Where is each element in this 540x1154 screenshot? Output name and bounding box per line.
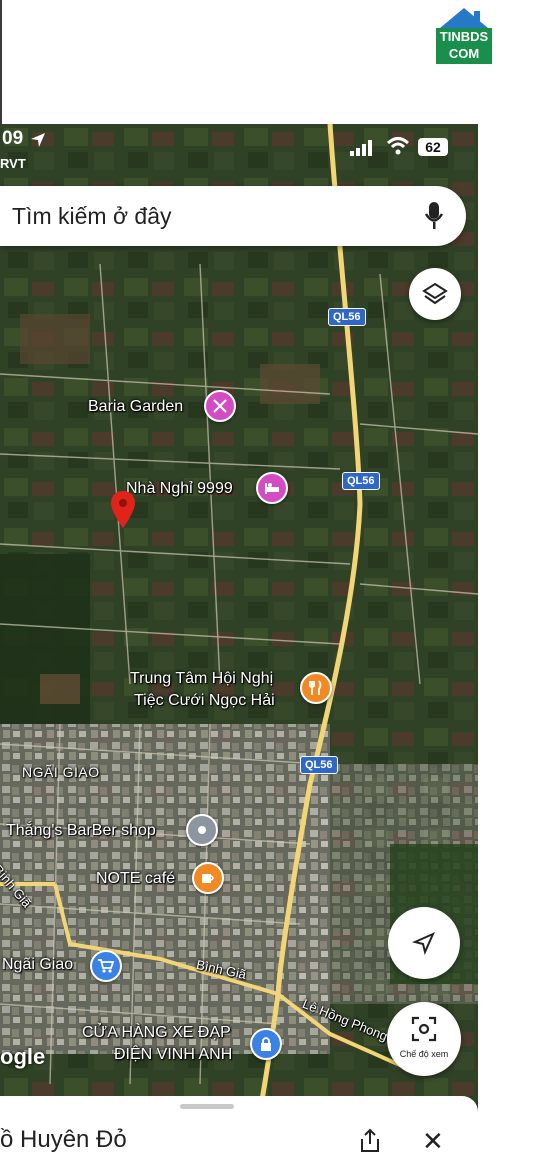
wifi-icon	[386, 137, 410, 155]
status-time: 09	[2, 128, 24, 149]
search-bar[interactable]: Tìm kiếm ở đây	[0, 186, 466, 246]
place-sheet[interactable]: ồ Huyên Đỏ ✕	[0, 1096, 478, 1154]
view-mode-button[interactable]: Chế độ xem	[387, 1002, 461, 1076]
road-badge-ql56: QL56	[328, 308, 366, 326]
area-label-ngai-giao: NGÃI GIAO	[22, 764, 100, 780]
watermark-text: TINBDS COM	[436, 28, 492, 64]
place-label-cua-hang-2[interactable]: ĐIỆN VINH ANH	[114, 1046, 232, 1064]
road-badge-ql56: QL56	[342, 472, 380, 490]
poi-ngai-giao-market[interactable]	[90, 950, 122, 982]
layers-button[interactable]	[409, 268, 461, 320]
poi-cua-hang[interactable]	[250, 1028, 282, 1060]
mic-icon[interactable]	[424, 201, 444, 231]
road-badge-ql56: QL56	[300, 756, 338, 774]
place-label-baria-garden[interactable]: Baria Garden	[88, 398, 183, 416]
place-label-cua-hang-1[interactable]: CỬA HÀNG XE ĐẠP	[82, 1024, 231, 1042]
poi-note-cafe[interactable]	[192, 862, 224, 894]
right-margin	[478, 124, 540, 1154]
restaurant-icon	[213, 399, 227, 413]
location-arrow-icon	[31, 133, 45, 147]
place-label-barber[interactable]: Thắng's BarBer shop	[6, 822, 156, 840]
watermark-logo: TINBDS COM	[434, 6, 494, 64]
share-icon[interactable]	[358, 1128, 382, 1154]
fork-knife-icon	[309, 680, 322, 695]
layers-icon	[422, 282, 448, 305]
shopping-cart-icon	[98, 959, 115, 973]
place-title: ồ Huyên Đỏ	[0, 1126, 127, 1153]
red-pin-icon[interactable]	[110, 490, 136, 530]
status-carrier: RVT	[0, 156, 26, 171]
status-bar: 09 RVT 62	[0, 128, 478, 171]
battery-indicator: 62	[418, 138, 448, 156]
view-mode-label: Chế độ xem	[399, 1049, 449, 1059]
poi-barber[interactable]	[186, 814, 218, 846]
search-placeholder[interactable]: Tìm kiếm ở đây	[12, 203, 172, 230]
close-icon[interactable]: ✕	[422, 1126, 444, 1154]
hotel-icon	[265, 483, 279, 494]
google-watermark: ogle	[0, 1044, 46, 1069]
signal-icon	[350, 140, 372, 156]
sheet-handle[interactable]	[180, 1104, 234, 1109]
camera-view-icon	[411, 1016, 437, 1042]
my-location-button[interactable]	[388, 907, 460, 979]
lock-icon	[261, 1037, 271, 1051]
place-label-nha-nghi[interactable]: Nhà Nghỉ 9999	[126, 480, 233, 498]
map-screen: 09 RVT 62 Tìm kiếm ở đây QL56 QL56 QL56 …	[0, 124, 478, 1154]
place-label-trung-tam-2[interactable]: Tiệc Cưới Ngọc Hải	[134, 692, 275, 710]
place-label-trung-tam-1[interactable]: Trung Tâm Hội Nghị	[130, 670, 273, 688]
satellite-map[interactable]	[0, 124, 478, 1154]
place-label-ngai-giao-market[interactable]: Ngãi Giao	[2, 956, 73, 974]
poi-trung-tam[interactable]	[300, 672, 332, 704]
place-dot-icon	[198, 826, 206, 834]
cafe-icon	[202, 874, 214, 883]
poi-baria-garden[interactable]	[204, 390, 236, 422]
navigate-icon	[412, 932, 435, 955]
poi-nha-nghi[interactable]	[256, 472, 288, 504]
place-label-note-cafe[interactable]: NOTE café	[96, 870, 175, 888]
